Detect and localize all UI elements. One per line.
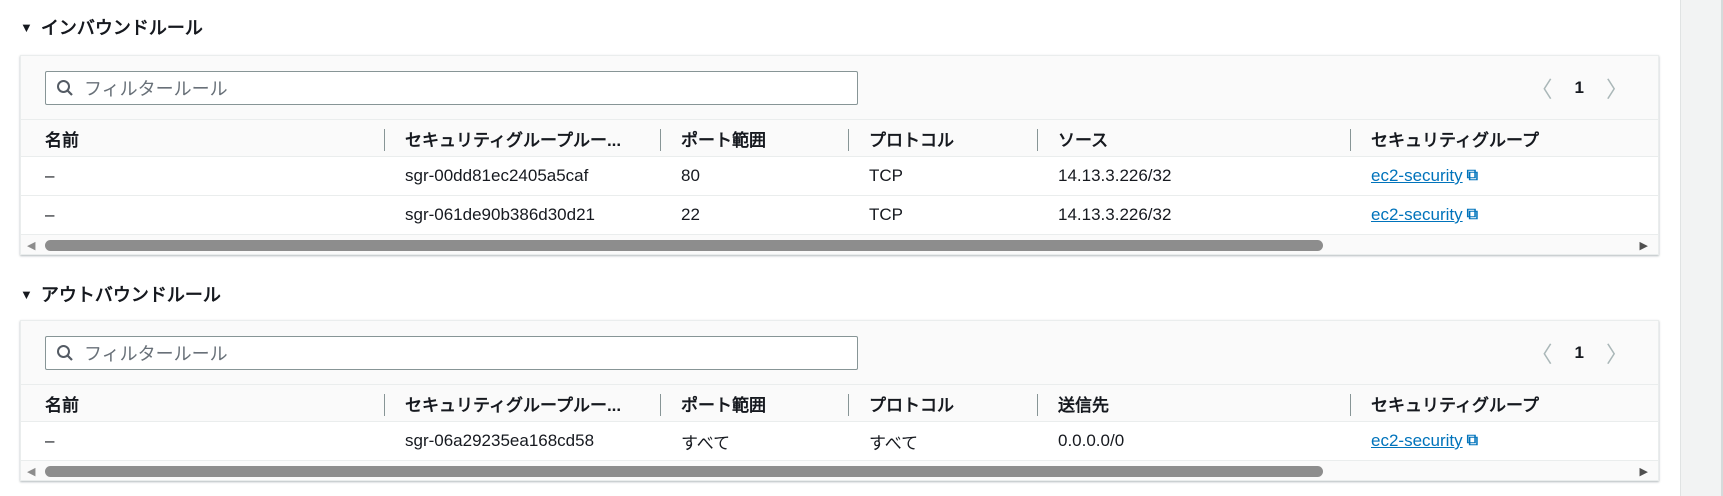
security-group-link[interactable]: ec2-security bbox=[1371, 431, 1463, 451]
scrollbar-thumb[interactable] bbox=[45, 240, 1323, 251]
cell-name: – bbox=[45, 166, 55, 185]
table-row: – sgr-06a29235ea168cd58 すべて すべて 0.0.0.0/… bbox=[21, 422, 1658, 461]
column-header[interactable]: セキュリティグループ bbox=[1371, 385, 1539, 421]
cell-port: 22 bbox=[681, 205, 700, 224]
scroll-right-icon[interactable]: ▶ bbox=[1640, 239, 1648, 252]
column-resizer[interactable] bbox=[1037, 129, 1038, 151]
caret-down-icon: ▼ bbox=[20, 286, 33, 302]
scroll-right-icon[interactable]: ▶ bbox=[1640, 465, 1648, 478]
column-resizer[interactable] bbox=[1350, 394, 1351, 416]
column-header[interactable]: セキュリティグループルー... bbox=[405, 120, 621, 156]
column-resizer[interactable] bbox=[660, 129, 661, 151]
column-header[interactable]: ポート範囲 bbox=[681, 385, 766, 421]
cell-name: – bbox=[45, 205, 55, 224]
column-header[interactable]: セキュリティグループルー... bbox=[405, 385, 621, 421]
column-header[interactable]: プロトコル bbox=[869, 120, 954, 156]
cell-name: – bbox=[45, 431, 55, 450]
column-resizer[interactable] bbox=[384, 129, 385, 151]
cell-protocol: すべて bbox=[869, 433, 919, 453]
inbound-rules-table: フィルタールール 〈 1 〉 名前 セキュリティグループルー... ポート範囲 … bbox=[20, 55, 1659, 255]
inbound-section-toggle[interactable]: ▼ インバウンドルール bbox=[20, 14, 203, 40]
outbound-filter[interactable]: フィルタールール bbox=[45, 336, 858, 370]
table-header: 名前 セキュリティグループルー... ポート範囲 プロトコル ソース セキュリテ… bbox=[21, 119, 1658, 157]
cell-port: 80 bbox=[681, 166, 700, 185]
next-page-icon[interactable]: 〉 bbox=[1606, 72, 1628, 104]
cell-rule-id: sgr-00dd81ec2405a5caf bbox=[405, 166, 589, 185]
cell-protocol: TCP bbox=[869, 205, 903, 224]
cell-protocol: TCP bbox=[869, 166, 903, 185]
outbound-title: アウトバウンドルール bbox=[40, 285, 221, 305]
horizontal-scrollbar[interactable]: ◀ ▶ bbox=[21, 463, 1658, 480]
inbound-title: インバウンドルール bbox=[40, 18, 203, 38]
column-resizer[interactable] bbox=[848, 129, 849, 151]
column-resizer[interactable] bbox=[384, 394, 385, 416]
column-header[interactable]: ソース bbox=[1058, 120, 1108, 156]
column-resizer[interactable] bbox=[848, 394, 849, 416]
search-icon bbox=[57, 80, 73, 96]
column-resizer[interactable] bbox=[660, 394, 661, 416]
cell-port: すべて bbox=[681, 433, 731, 453]
caret-down-icon: ▼ bbox=[20, 19, 33, 35]
scrollbar-thumb[interactable] bbox=[45, 466, 1323, 477]
column-resizer[interactable] bbox=[1037, 394, 1038, 416]
cell-rule-id: sgr-061de90b386d30d21 bbox=[405, 205, 596, 224]
inbound-filter-input[interactable] bbox=[82, 72, 857, 104]
security-group-link[interactable]: ec2-security bbox=[1371, 166, 1463, 186]
column-header[interactable]: 名前 bbox=[45, 385, 79, 421]
current-page[interactable]: 1 bbox=[1575, 78, 1584, 98]
current-page[interactable]: 1 bbox=[1575, 343, 1584, 363]
horizontal-scrollbar[interactable]: ◀ ▶ bbox=[21, 237, 1658, 254]
cell-destination: 0.0.0.0/0 bbox=[1058, 431, 1125, 450]
outbound-section-toggle[interactable]: ▼ アウトバウンドルール bbox=[20, 281, 221, 307]
column-header[interactable]: ポート範囲 bbox=[681, 120, 766, 156]
table-row: – sgr-061de90b386d30d21 22 TCP 14.13.3.2… bbox=[21, 196, 1658, 235]
external-link-icon: ⧉ bbox=[1466, 206, 1479, 223]
pagination: 〈 1 〉 bbox=[1531, 336, 1629, 370]
column-header[interactable]: 名前 bbox=[45, 120, 79, 156]
cell-source: 14.13.3.226/32 bbox=[1058, 166, 1172, 185]
table-row: – sgr-00dd81ec2405a5caf 80 TCP 14.13.3.2… bbox=[21, 157, 1658, 196]
page-scrollbar[interactable] bbox=[1680, 0, 1723, 496]
column-header[interactable]: セキュリティグループ bbox=[1371, 120, 1539, 156]
inbound-filter[interactable]: フィルタールール bbox=[45, 71, 858, 105]
external-link-icon: ⧉ bbox=[1466, 167, 1479, 184]
outbound-filter-input[interactable] bbox=[82, 337, 857, 369]
external-link-icon: ⧉ bbox=[1466, 432, 1479, 449]
scroll-left-icon[interactable]: ◀ bbox=[27, 465, 35, 478]
scroll-left-icon[interactable]: ◀ bbox=[27, 239, 35, 252]
cell-source: 14.13.3.226/32 bbox=[1058, 205, 1172, 224]
prev-page-icon[interactable]: 〈 bbox=[1531, 337, 1553, 369]
prev-page-icon[interactable]: 〈 bbox=[1531, 72, 1553, 104]
pagination: 〈 1 〉 bbox=[1531, 71, 1629, 105]
column-resizer[interactable] bbox=[1350, 129, 1351, 151]
search-icon bbox=[57, 345, 73, 361]
column-header[interactable]: プロトコル bbox=[869, 385, 954, 421]
security-group-link[interactable]: ec2-security bbox=[1371, 205, 1463, 225]
table-header: 名前 セキュリティグループルー... ポート範囲 プロトコル 送信先 セキュリテ… bbox=[21, 384, 1658, 422]
cell-rule-id: sgr-06a29235ea168cd58 bbox=[405, 431, 595, 450]
column-header[interactable]: 送信先 bbox=[1058, 385, 1109, 421]
outbound-rules-table: フィルタールール 〈 1 〉 名前 セキュリティグループルー... ポート範囲 … bbox=[20, 320, 1659, 481]
next-page-icon[interactable]: 〉 bbox=[1606, 337, 1628, 369]
